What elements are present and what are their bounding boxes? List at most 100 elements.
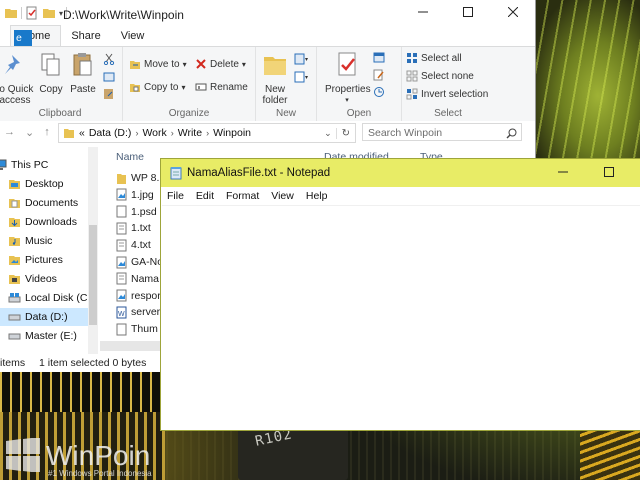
file-row[interactable]: 1.txt xyxy=(116,220,151,236)
select-all-label: Select all xyxy=(421,52,462,64)
nav-label: Desktop xyxy=(25,178,64,190)
file-row[interactable]: Thum xyxy=(116,321,158,337)
rename-icon xyxy=(195,83,207,91)
easy-access-icon[interactable]: ▾ xyxy=(294,71,310,83)
chevron-right-icon[interactable]: › xyxy=(171,128,174,138)
address-bar[interactable]: « Data (D:) › Work › Write › Winpoin ⌄ ↻ xyxy=(58,123,356,143)
nav-scrollbar[interactable] xyxy=(88,147,98,354)
menu-help[interactable]: Help xyxy=(300,187,334,205)
notepad-text-area[interactable] xyxy=(162,205,640,429)
file-row[interactable]: 4.txt xyxy=(116,237,151,253)
breadcrumb-overflow[interactable]: « xyxy=(79,127,85,139)
scrollbar-thumb[interactable] xyxy=(89,225,97,325)
new-item-icon[interactable]: ▾ xyxy=(294,53,310,65)
file-icon xyxy=(116,205,127,218)
chevron-right-icon[interactable]: › xyxy=(135,128,138,138)
properties-icon[interactable] xyxy=(25,6,39,20)
nav-item-music[interactable]: Music xyxy=(8,232,52,250)
file-row[interactable]: Nama xyxy=(116,271,159,287)
ribbon-group-select: Select all Select none Invert selection … xyxy=(402,47,494,121)
nav-item-documents[interactable]: Documents xyxy=(8,194,78,212)
close-button[interactable] xyxy=(490,0,535,24)
invert-selection-button[interactable]: Invert selection xyxy=(406,88,488,100)
folder-icon xyxy=(9,275,20,284)
minimize-icon xyxy=(417,11,428,13)
file-name: server. xyxy=(131,306,163,319)
file-row[interactable]: WP 8.1 xyxy=(116,170,165,186)
copy-path-icon[interactable] xyxy=(103,71,115,83)
select-none-label: Select none xyxy=(421,70,474,82)
column-header-name[interactable]: Name xyxy=(116,151,144,163)
file-row[interactable]: respor xyxy=(116,288,161,304)
nav-item-videos[interactable]: Videos xyxy=(8,270,57,288)
copy-button[interactable]: Copy xyxy=(36,51,66,95)
delete-button[interactable]: Delete ▾ xyxy=(195,58,246,70)
nav-item-downloads[interactable]: Downloads xyxy=(8,213,77,231)
properties-button[interactable]: Properties ▾ xyxy=(325,51,371,106)
select-all-button[interactable]: Select all xyxy=(406,52,462,64)
open-group-label: Open xyxy=(346,108,372,119)
notepad-titlebar[interactable]: NamaAliasFile.txt - Notepad xyxy=(161,159,640,187)
new-folder-button[interactable]: New folder xyxy=(258,51,292,106)
open-icon[interactable] xyxy=(373,52,387,64)
copy-to-button[interactable]: Copy to ▾ xyxy=(129,81,185,93)
minimize-button[interactable] xyxy=(400,0,445,24)
menu-format[interactable]: Format xyxy=(220,187,265,205)
cut-icon[interactable] xyxy=(103,53,115,65)
select-none-icon xyxy=(406,70,418,82)
copy-label: Copy xyxy=(39,84,63,95)
recent-dropdown-icon[interactable]: ⌄ xyxy=(25,126,34,139)
file-list-hscrollbar[interactable] xyxy=(100,341,160,351)
nav-item-desktop[interactable]: Desktop xyxy=(8,175,64,193)
nav-item-local-disk-c[interactable]: Local Disk (C:) xyxy=(8,289,94,307)
notepad-window: NamaAliasFile.txt - Notepad File Edit Fo… xyxy=(160,158,640,431)
tab-file[interactable]: e xyxy=(14,30,32,46)
file-row[interactable]: GA-No xyxy=(116,254,163,270)
image-file-icon xyxy=(116,289,127,302)
rename-button[interactable]: Rename xyxy=(195,81,248,93)
history-icon[interactable] xyxy=(373,86,385,98)
chevron-right-icon[interactable]: › xyxy=(206,128,209,138)
tab-share[interactable]: Share xyxy=(61,26,110,46)
breadcrumb-write[interactable]: Write xyxy=(178,127,202,139)
menu-view[interactable]: View xyxy=(265,187,300,205)
notepad-menubar: File Edit Format View Help xyxy=(161,187,640,205)
maximize-button[interactable] xyxy=(445,0,490,24)
file-row[interactable]: 1.jpg xyxy=(116,187,154,203)
drive-icon xyxy=(8,314,21,321)
menu-edit[interactable]: Edit xyxy=(190,187,220,205)
notepad-minimize-button[interactable] xyxy=(540,159,586,185)
move-to-button[interactable]: Move to ▾ xyxy=(129,58,187,70)
tab-view[interactable]: View xyxy=(111,26,155,46)
search-input[interactable]: Search Winpoin xyxy=(362,123,522,141)
edit-icon[interactable] xyxy=(373,69,385,81)
menu-file[interactable]: File xyxy=(161,187,190,205)
breadcrumb-work[interactable]: Work xyxy=(142,127,166,139)
breadcrumb-data-drive[interactable]: Data (D:) xyxy=(89,127,132,139)
refresh-icon[interactable]: ↻ xyxy=(335,127,355,139)
paste-shortcut-icon[interactable] xyxy=(103,88,115,100)
nav-item-pictures[interactable]: Pictures xyxy=(8,251,63,269)
wallpaper-glow xyxy=(535,0,640,160)
nav-item-this-pc[interactable]: This PC xyxy=(0,156,48,174)
up-arrow-icon[interactable]: ↑ xyxy=(44,126,50,139)
select-none-button[interactable]: Select none xyxy=(406,70,474,82)
notepad-maximize-button[interactable] xyxy=(586,159,632,185)
folder-icon xyxy=(117,173,126,184)
paste-button[interactable]: Paste xyxy=(68,51,98,95)
nav-item-master-e[interactable]: Master (E:) xyxy=(8,327,77,345)
nav-label: Music xyxy=(25,235,53,247)
status-selection: 1 item selected 0 bytes xyxy=(39,357,147,369)
nav-label: Videos xyxy=(25,273,57,285)
pin-quick-access-button[interactable]: to Quick access xyxy=(0,51,36,106)
file-row[interactable]: 1.psd xyxy=(116,204,157,220)
search-icon[interactable] xyxy=(506,128,517,139)
explorer-titlebar[interactable]: ▾ D:\Work\Write\Winpoin xyxy=(0,0,535,28)
new-folder-icon[interactable] xyxy=(42,6,56,20)
file-row[interactable]: Wserver. xyxy=(116,304,163,320)
breadcrumb-winpoin[interactable]: Winpoin xyxy=(213,127,251,139)
address-dropdown-icon[interactable]: ⌄ xyxy=(320,128,336,139)
file-name: Thum xyxy=(131,323,158,336)
nav-item-data-d[interactable]: Data (D:) xyxy=(0,308,96,326)
back-arrow-icon[interactable]: → xyxy=(4,126,15,139)
